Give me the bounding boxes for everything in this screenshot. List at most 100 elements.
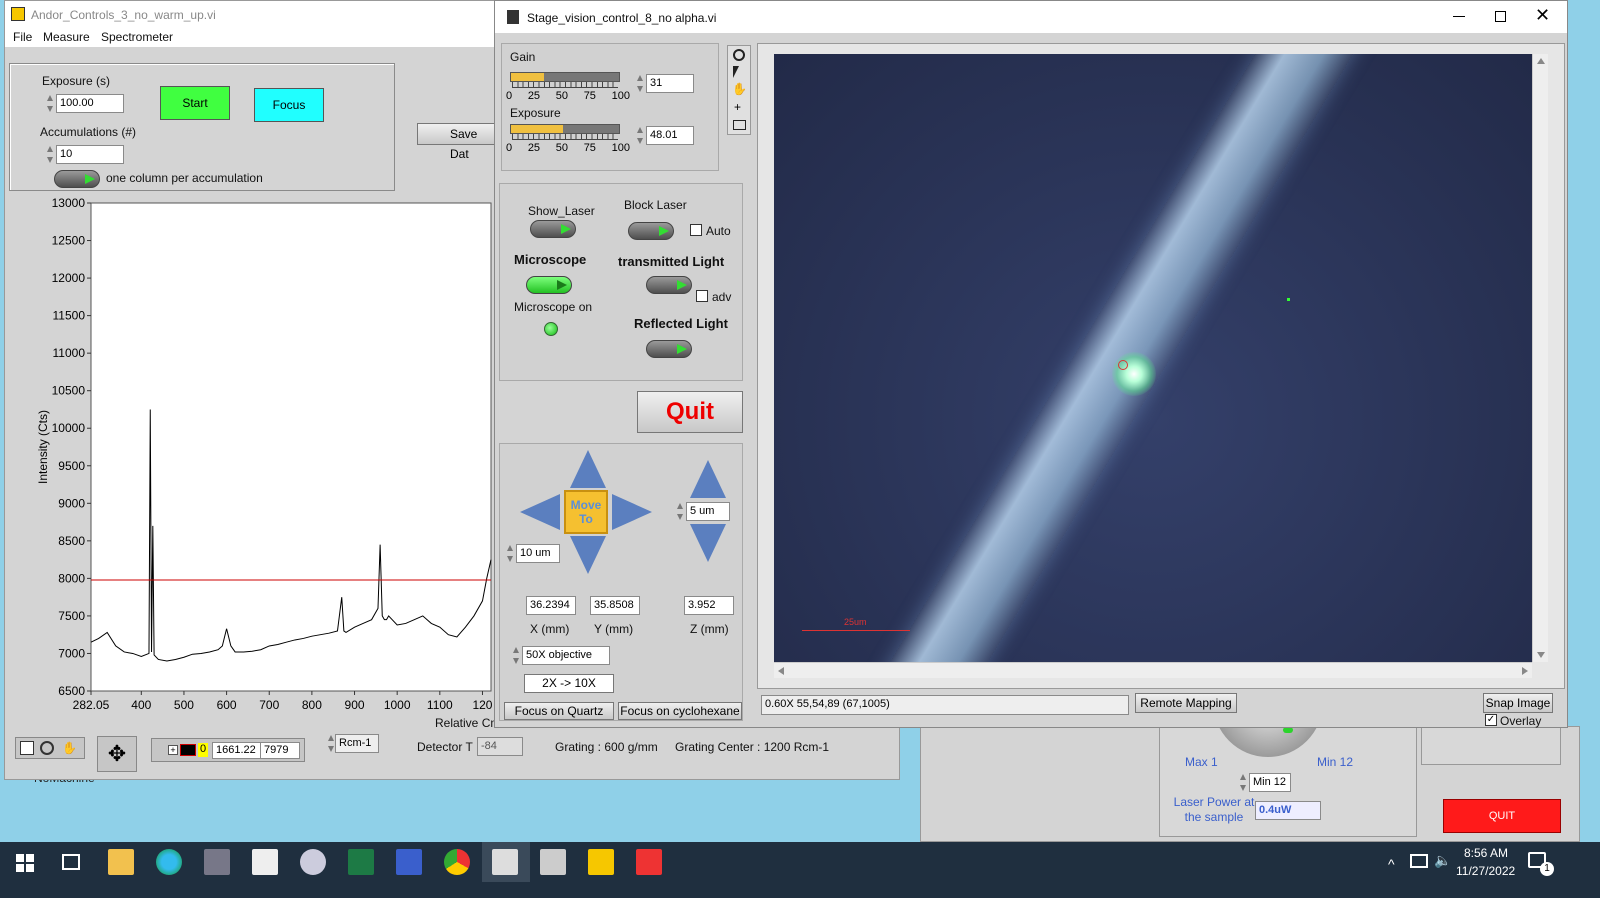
volume-icon[interactable]: 🔈 (1434, 852, 1451, 869)
vertical-scrollbar[interactable] (1532, 54, 1548, 662)
scroll-left-icon[interactable] (778, 667, 784, 675)
rectangle-tool-icon[interactable] (733, 120, 746, 130)
xy-step-field[interactable]: 10 um (516, 544, 560, 563)
auto-label: Auto (706, 224, 731, 238)
task-view-icon[interactable] (62, 854, 80, 870)
grating-text: Grating : 600 g/mm (555, 740, 658, 754)
magnification-button[interactable]: 2X -> 10X (524, 674, 614, 693)
block-laser-toggle[interactable] (628, 222, 674, 240)
unit-select[interactable]: Rcm-1 (335, 734, 379, 753)
min-spin[interactable] (1239, 773, 1247, 792)
start-menu-icon[interactable] (16, 854, 34, 872)
laser-quit-button[interactable]: QUIT (1443, 799, 1561, 833)
objective-select[interactable]: 50X objective (522, 646, 610, 665)
focus-quartz-button[interactable]: Focus on Quartz (504, 702, 614, 720)
z-step-field[interactable]: 5 um (686, 502, 730, 521)
remote-mapping-button[interactable]: Remote Mapping (1135, 693, 1237, 713)
horizontal-scrollbar[interactable] (774, 662, 1532, 678)
menu-file[interactable]: File (13, 30, 32, 44)
scroll-right-icon[interactable] (1522, 667, 1528, 675)
pointer-tool-icon[interactable] (733, 66, 739, 78)
transmitted-light-toggle[interactable] (646, 276, 692, 294)
z-label: Z (mm) (690, 622, 729, 636)
unit-spin[interactable] (327, 734, 335, 753)
menu-spectrometer[interactable]: Spectrometer (101, 30, 173, 44)
labview-icon[interactable] (540, 849, 566, 875)
minimize-icon[interactable] (1453, 16, 1465, 17)
scroll-down-icon[interactable] (1537, 652, 1545, 658)
crosshair-tool-icon[interactable]: + (734, 100, 741, 114)
accumulations-field[interactable]: 10 (56, 145, 124, 164)
zoom-icon[interactable] (20, 741, 34, 755)
gain-slider[interactable] (510, 72, 620, 82)
adv-checkbox[interactable] (696, 290, 708, 302)
laser-control-window: Max 1 Min 12 Min 12 Laser Power at the s… (920, 697, 1580, 842)
gain-field[interactable]: 31 (646, 74, 694, 93)
microscope-toggle[interactable] (526, 276, 572, 294)
cursor-move-icon[interactable]: ✥ (97, 736, 137, 772)
focus-button[interactable]: Focus (254, 88, 324, 122)
exposure-spin[interactable] (46, 94, 54, 113)
paint-icon[interactable] (300, 849, 326, 875)
focus-cyclohexane-button[interactable]: Focus on cyclohexane (618, 702, 742, 720)
one-column-toggle[interactable] (54, 170, 100, 188)
y-tick-label: 11500 (53, 309, 86, 323)
maximize-icon[interactable] (1495, 11, 1506, 22)
pan-tool-icon[interactable]: ✋ (732, 82, 747, 96)
zoom-tool-icon[interactable] (733, 49, 745, 61)
stage-titlebar[interactable]: Stage_vision_control_8_no alpha.vi ✕ (495, 1, 1567, 33)
overlay-checkbox[interactable]: ✓ (1485, 714, 1497, 726)
move-to-button[interactable]: Move To (564, 490, 608, 534)
gain-spin[interactable] (636, 74, 644, 93)
save-data-button[interactable]: Save Dat (417, 123, 499, 161)
xy-step-spin[interactable] (506, 544, 514, 563)
quit-button[interactable]: Quit (637, 391, 743, 433)
exposure-slider[interactable] (510, 124, 620, 134)
edge-icon[interactable] (156, 849, 182, 875)
min-field[interactable]: Min 12 (1249, 773, 1291, 792)
exposure-field[interactable]: 100.00 (56, 94, 124, 113)
excel-icon[interactable] (348, 849, 374, 875)
z-step-spin[interactable] (676, 502, 684, 521)
objective-spin[interactable] (512, 646, 520, 665)
clock-date[interactable]: 11/27/2022 (1456, 864, 1515, 878)
cursor-index: 0 (198, 743, 208, 757)
chrome-icon[interactable] (444, 849, 470, 875)
menu-measure[interactable]: Measure (43, 30, 90, 44)
cursor-plus-icon[interactable]: + (168, 745, 178, 755)
auto-checkbox[interactable] (690, 224, 702, 236)
arrow-down-icon[interactable] (570, 536, 606, 574)
accumulations-spin[interactable] (46, 145, 54, 164)
file-explorer-icon[interactable] (108, 849, 134, 875)
scroll-up-icon[interactable] (1537, 58, 1545, 64)
clock-time[interactable]: 8:56 AM (1464, 846, 1508, 860)
close-icon[interactable]: ✕ (1535, 5, 1550, 25)
andor-vi-icon[interactable] (588, 849, 614, 875)
z-up-arrow-icon[interactable] (690, 460, 726, 498)
remote-desktop-icon[interactable] (396, 849, 422, 875)
arrow-left-icon[interactable] (520, 494, 560, 530)
exposure-spin[interactable] (636, 126, 644, 145)
target-marker (1118, 360, 1128, 370)
anydesk-icon[interactable] (636, 849, 662, 875)
show-laser-toggle[interactable] (530, 220, 576, 238)
start-button[interactable]: Start (160, 86, 230, 120)
x-tick-label: 1100 (427, 698, 453, 712)
snap-image-button[interactable]: Snap Image (1483, 693, 1553, 713)
arrow-right-icon[interactable] (612, 494, 652, 530)
exposure-tick: 50 (555, 142, 568, 154)
network-icon[interactable] (1410, 854, 1428, 868)
reflected-light-toggle[interactable] (646, 340, 692, 358)
chart-app-icon[interactable] (252, 849, 278, 875)
calculator-icon[interactable] (204, 849, 230, 875)
gain-slider-fill (511, 73, 545, 81)
tray-chevron-icon[interactable]: ^ (1388, 856, 1395, 872)
z-down-arrow-icon[interactable] (690, 524, 726, 562)
arrow-up-icon[interactable] (570, 450, 606, 488)
exposure-field[interactable]: 48.01 (646, 126, 694, 145)
stage-vision-icon[interactable] (492, 849, 518, 875)
camera-image[interactable]: 25um (774, 54, 1532, 662)
hand-icon[interactable]: ✋ (62, 741, 77, 755)
notification-count: 1 (1540, 862, 1554, 876)
magnify-icon[interactable] (40, 741, 54, 755)
